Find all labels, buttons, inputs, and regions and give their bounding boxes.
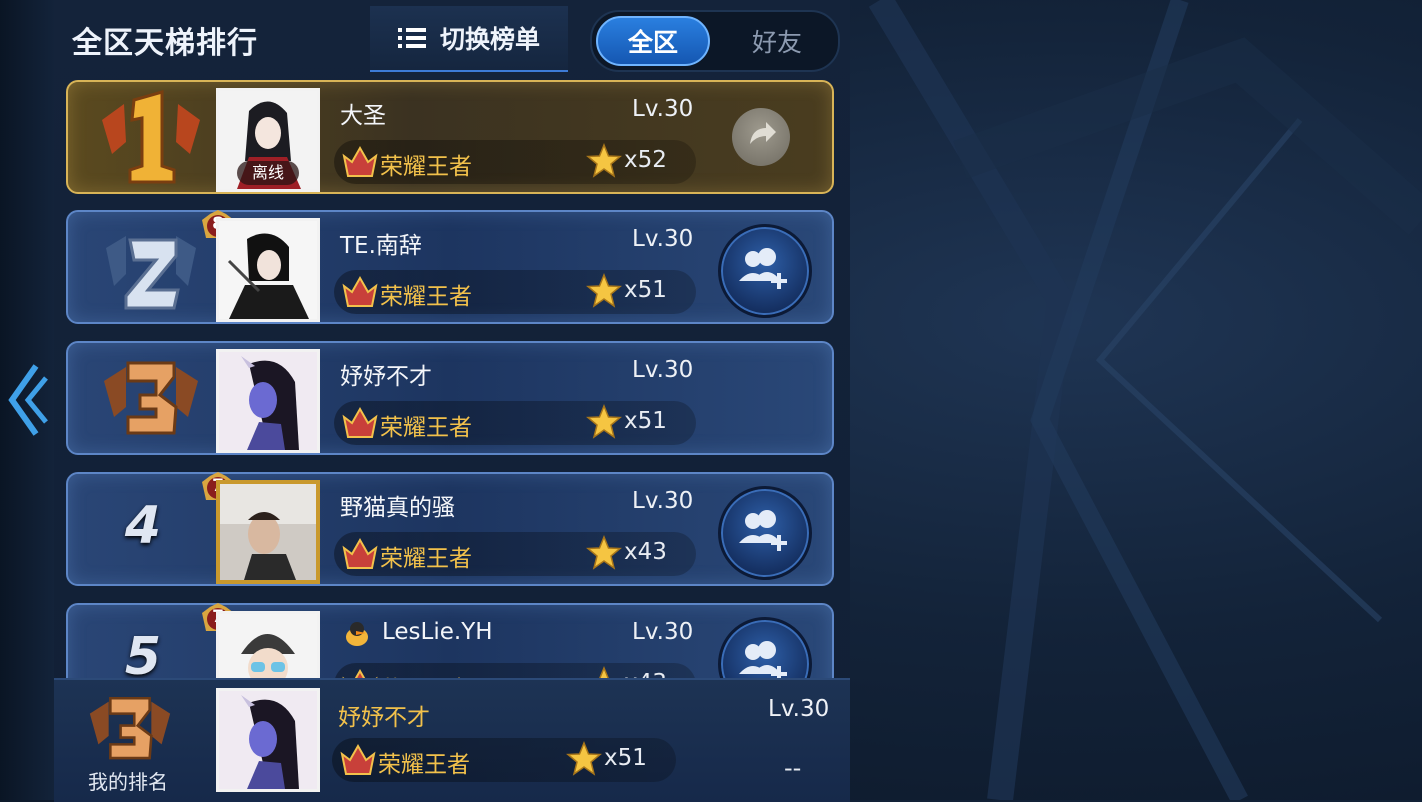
table-row[interactable]: 4 7 野猫真的骚 Lv.30 荣耀王 xyxy=(66,472,834,586)
leaderboard-panel: 全区天梯排行 切换榜单 全区 好友 离线 大圣 Lv.30 荣耀王者 x52 T… xyxy=(54,0,850,802)
player-level: Lv.30 xyxy=(632,96,694,122)
player-name: 妤妤不才 xyxy=(340,364,432,390)
player-name: 野猫真的骚 xyxy=(340,495,455,521)
player-level: Lv.30 xyxy=(632,226,694,252)
rank-3-badge xyxy=(104,361,198,435)
player-level: Lv.30 xyxy=(632,357,694,383)
avatar[interactable] xyxy=(216,218,320,322)
scope-toggle: 全区 好友 xyxy=(590,10,840,72)
avatar[interactable] xyxy=(216,349,320,453)
list-icon xyxy=(397,28,426,48)
my-player-level: Lv.30 xyxy=(768,696,830,722)
avatar[interactable] xyxy=(216,688,320,792)
star-count: x51 xyxy=(624,408,667,434)
tier-info: 荣耀王者 x52 xyxy=(334,140,696,184)
rank-number: 5 xyxy=(124,627,162,678)
add-friend-button[interactable] xyxy=(718,617,812,678)
add-friend-icon xyxy=(739,248,787,289)
my-rank-label: 我的排名 xyxy=(88,770,168,794)
star-count: x43 xyxy=(624,539,667,565)
add-friend-button[interactable] xyxy=(718,486,812,580)
avatar[interactable]: 离线 xyxy=(216,88,320,192)
star-icon xyxy=(586,404,622,439)
switch-list-button[interactable]: 切换榜单 xyxy=(370,6,568,72)
tier-info: 荣耀王者 x51 xyxy=(334,401,696,445)
table-row[interactable]: 5 7 LesLie.YH Lv.30 xyxy=(66,603,834,678)
star-count: x52 xyxy=(624,147,667,173)
star-icon xyxy=(586,143,622,178)
avatar[interactable] xyxy=(216,480,320,584)
tab-all-region[interactable]: 全区 xyxy=(596,16,710,66)
tier-name: 荣耀王者 xyxy=(380,284,472,310)
add-friend-icon xyxy=(739,641,787,678)
share-button[interactable] xyxy=(732,108,790,166)
player-name: LesLie.YH xyxy=(382,619,493,645)
player-level: Lv.30 xyxy=(632,619,694,645)
star-icon xyxy=(586,535,622,570)
add-friend-button[interactable] xyxy=(718,224,812,318)
table-row[interactable]: 8 TE.南辞 Lv.30 荣耀王者 x xyxy=(66,210,834,324)
tier-name: 荣耀王者 xyxy=(380,415,472,441)
king-tier-icon xyxy=(342,145,378,177)
tier-info: 荣耀王者 x43 xyxy=(334,663,696,678)
star-count: x51 xyxy=(604,745,647,771)
add-friend-icon xyxy=(739,510,787,551)
my-action-placeholder: -- xyxy=(784,754,802,782)
star-icon xyxy=(599,666,609,678)
tier-info: 荣耀王者 x51 xyxy=(334,270,696,314)
king-tier-icon xyxy=(342,537,378,569)
switch-list-label: 切换榜单 xyxy=(439,25,540,54)
tab-friends[interactable]: 好友 xyxy=(720,16,834,66)
star-icon xyxy=(566,741,602,776)
share-icon xyxy=(750,122,776,144)
duck-title-icon xyxy=(346,622,368,646)
rank-2-badge xyxy=(106,236,196,310)
rank-3-badge xyxy=(89,696,171,760)
offline-status: 离线 xyxy=(237,161,299,185)
tier-name: 荣耀王者 xyxy=(380,546,472,572)
tier-name: 荣耀王者 xyxy=(378,752,470,778)
my-tier-info: 荣耀王者 x51 xyxy=(332,738,676,782)
player-name: TE.南辞 xyxy=(340,233,422,259)
tier-name: 荣耀王者 xyxy=(380,154,472,180)
rank-number: 4 xyxy=(124,496,162,556)
player-name: 大圣 xyxy=(340,103,386,129)
page-title: 全区天梯排行 xyxy=(72,26,258,61)
king-tier-icon xyxy=(342,406,378,438)
star-count: x51 xyxy=(624,277,667,303)
king-tier-icon xyxy=(342,668,378,678)
tier-info: 荣耀王者 x43 xyxy=(334,532,696,576)
king-tier-icon xyxy=(340,743,376,775)
avatar[interactable] xyxy=(216,611,320,678)
my-player-name: 妤妤不才 xyxy=(338,705,430,731)
table-row[interactable]: 离线 大圣 Lv.30 荣耀王者 x52 xyxy=(66,80,834,194)
ranking-list[interactable]: 离线 大圣 Lv.30 荣耀王者 x52 TE.南辞 Lv.30 荣耀王者 x5… xyxy=(54,74,850,678)
rank-1-badge xyxy=(102,90,200,184)
king-tier-icon xyxy=(342,275,378,307)
player-level: Lv.30 xyxy=(632,488,694,514)
header: 全区天梯排行 切换榜单 全区 好友 xyxy=(54,0,850,74)
star-icon xyxy=(586,273,622,308)
tier-name: 荣耀王者 xyxy=(380,670,472,678)
star-count: x43 xyxy=(624,670,667,678)
table-row[interactable]: 妤妤不才 Lv.30 荣耀王者 x51 xyxy=(66,341,834,455)
chevron-left-icon[interactable] xyxy=(6,362,48,438)
my-rank-row: 我的排名 妤妤不才 Lv.30 荣耀王者 x51 -- xyxy=(54,678,850,802)
